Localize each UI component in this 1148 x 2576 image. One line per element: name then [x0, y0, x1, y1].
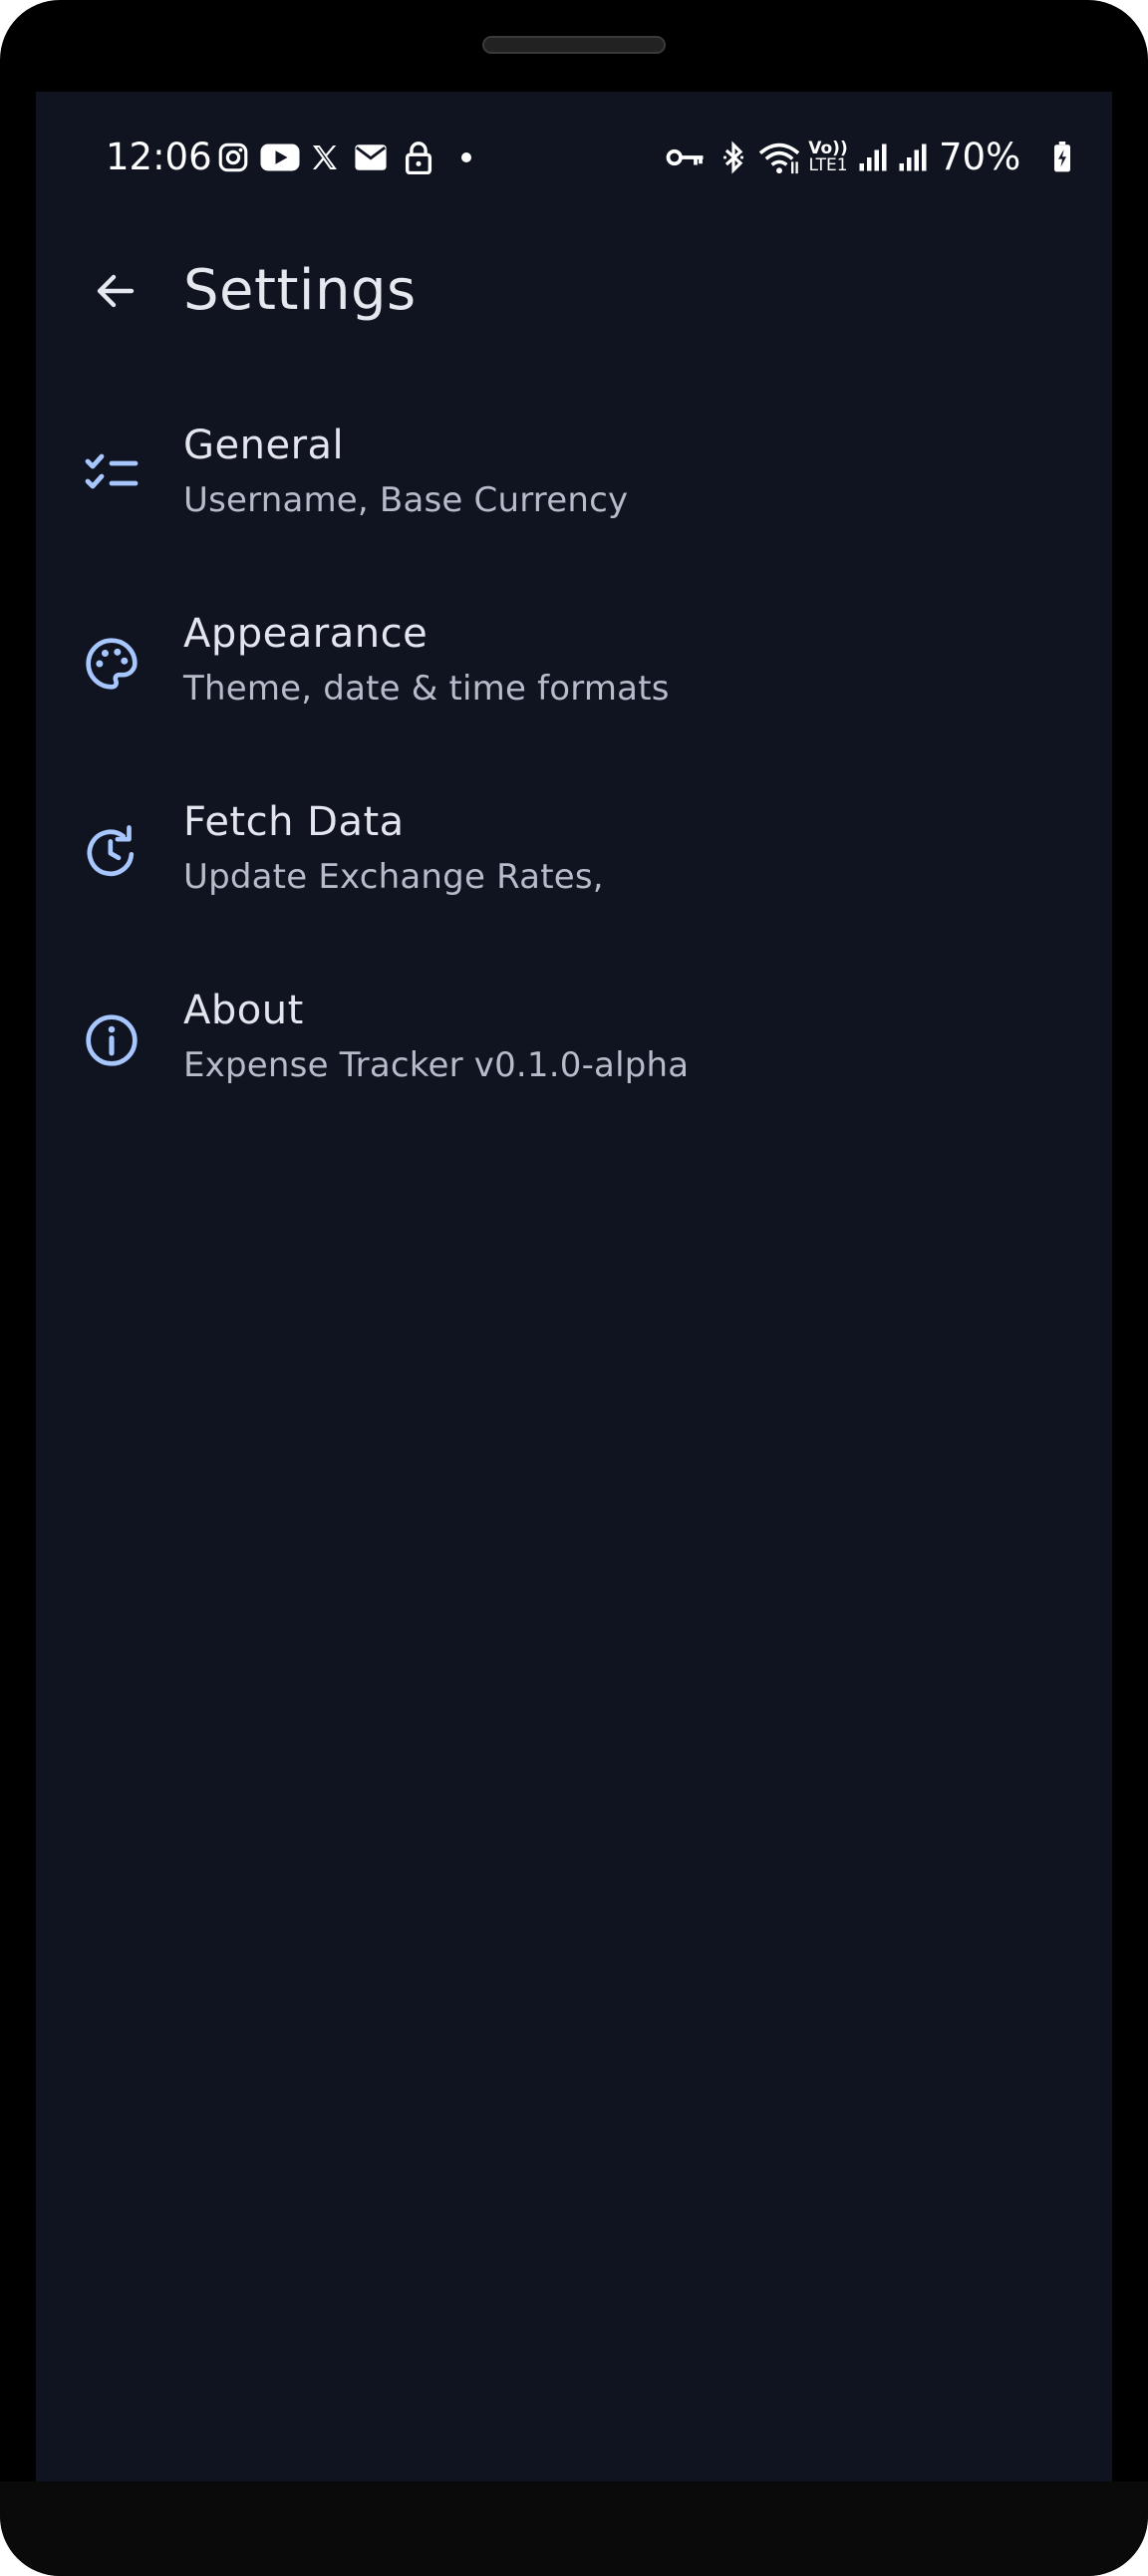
signal-icon	[855, 140, 891, 175]
x-icon	[307, 140, 343, 175]
earpiece-speaker	[482, 36, 666, 54]
settings-item-title: General	[183, 423, 345, 468]
lte-label: LTE1	[808, 155, 848, 175]
phone-frame: 12:06 Vo)) LTE1 70% Settings General Use…	[0, 0, 1148, 2576]
settings-list: General Username, Base Currency Appearan…	[36, 381, 1112, 1134]
battery-charging-icon	[1050, 140, 1074, 175]
settings-item-appearance[interactable]: Appearance Theme, date & time formats	[36, 569, 1112, 757]
settings-item-subtitle: Theme, date & time formats	[183, 669, 670, 709]
status-bar: 12:06 Vo)) LTE1 70%	[36, 128, 1112, 187]
bluetooth-icon	[716, 140, 751, 175]
instagram-icon	[215, 140, 251, 175]
settings-item-fetch-data[interactable]: Fetch Data Update Exchange Rates,	[36, 757, 1112, 946]
settings-item-subtitle: Update Exchange Rates,	[183, 857, 604, 897]
app-screen: 12:06 Vo)) LTE1 70% Settings General Use…	[36, 92, 1112, 2483]
settings-item-subtitle: Username, Base Currency	[183, 480, 629, 520]
settings-item-general[interactable]: General Username, Base Currency	[36, 381, 1112, 569]
lock-icon	[401, 140, 436, 175]
settings-item-title: Fetch Data	[183, 799, 405, 845]
signal-icon	[895, 140, 931, 175]
back-button[interactable]	[76, 251, 155, 331]
youtube-icon	[259, 140, 301, 175]
battery-percent: 70%	[939, 136, 1021, 178]
arrow-back-icon	[97, 274, 135, 308]
more-notifications-dot	[461, 152, 471, 162]
page-title: Settings	[183, 258, 417, 323]
palette-icon	[80, 632, 144, 696]
top-app-bar: Settings	[36, 221, 1112, 361]
mail-icon	[353, 140, 389, 175]
vpn-key-icon	[666, 140, 706, 175]
bottom-bezel	[0, 2481, 1148, 2576]
wifi-icon	[757, 140, 801, 175]
volte-lte1-icon: Vo)) LTE1	[803, 140, 853, 175]
settings-item-subtitle: Expense Tracker v0.1.0-alpha	[183, 1045, 690, 1085]
settings-item-title: About	[183, 988, 304, 1033]
checklist-icon	[80, 443, 144, 507]
info-icon	[80, 1008, 144, 1072]
settings-item-about[interactable]: About Expense Tracker v0.1.0-alpha	[36, 946, 1112, 1134]
status-time: 12:06	[106, 136, 212, 178]
settings-item-title: Appearance	[183, 611, 429, 657]
update-icon	[80, 820, 144, 884]
